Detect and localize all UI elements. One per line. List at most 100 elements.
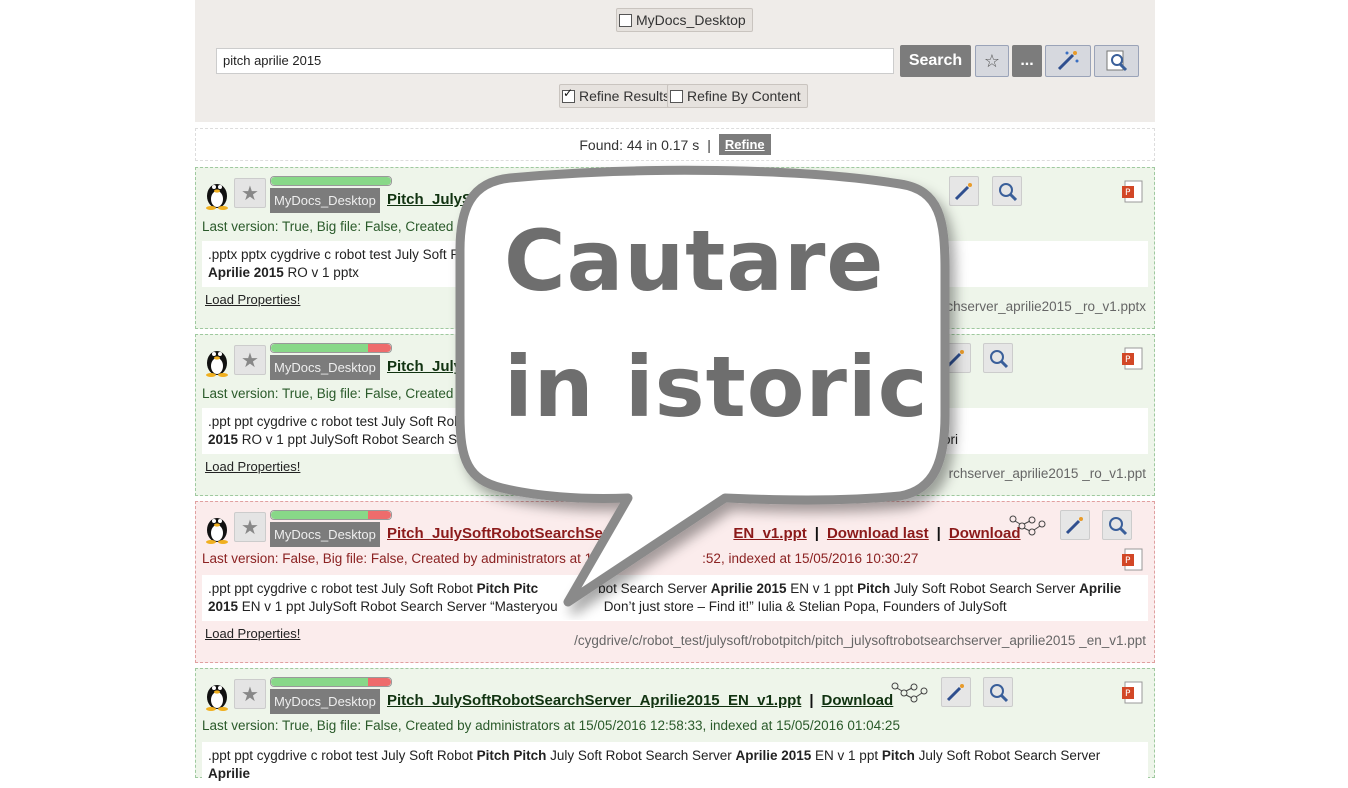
separator: | <box>809 692 814 709</box>
preview-button[interactable] <box>1094 45 1139 77</box>
wand-button[interactable] <box>941 343 971 373</box>
wand-button[interactable] <box>949 176 979 206</box>
snippet-highlight: Pitch Pitch <box>476 748 547 763</box>
checkbox-icon[interactable] <box>619 13 632 27</box>
magic-wand-icon <box>946 350 964 368</box>
snippet-highlight: 2015 <box>208 599 239 614</box>
wand-button[interactable] <box>941 677 971 707</box>
result-card: ★ MyDocs_Desktop Pitch_JulySoftRobotSear… <box>195 501 1155 663</box>
favorite-star-button[interactable]: ★ <box>234 679 266 709</box>
favorites-button[interactable]: ☆ <box>975 45 1009 77</box>
result-card: ★ MyDocs_Desktop Pitch_JulySoftRobotSear… <box>195 668 1155 788</box>
preview-button[interactable] <box>992 176 1022 206</box>
magnifier-icon <box>990 350 1009 369</box>
snippet-text: EN v 1 ppt JulySoft Robot Search Server … <box>238 599 558 614</box>
refine-by-content-label: Refine By Content <box>687 88 801 104</box>
more-button[interactable]: ... <box>1012 45 1042 77</box>
preview-button[interactable] <box>983 343 1013 373</box>
result-title-link[interactable]: Pitch_JulySof <box>387 191 486 208</box>
search-input[interactable]: pitch aprilie 2015 <box>216 48 894 74</box>
source-tag: MyDocs_Desktop <box>270 188 380 213</box>
wand-button[interactable] <box>1060 510 1090 540</box>
powerpoint-file-icon: P <box>1122 681 1143 704</box>
load-properties-link[interactable]: Load Properties! <box>205 459 300 474</box>
snippet-text: .ppt ppt cygdrive c robot test July Soft… <box>208 414 462 429</box>
separator: | <box>814 525 819 542</box>
result-snippet: .ppt ppt cygdrive c robot test July Soft… <box>202 408 1148 454</box>
snippet-highlight: Pitch Pitc <box>476 581 539 596</box>
result-title-text[interactable]: Pitch_JulySoftRobotSearchServe <box>387 525 625 542</box>
file-path: rchserver_aprilie2015 _ro_v1.ppt <box>948 466 1146 481</box>
snippet-text: July Soft Robot Search Server <box>546 748 736 763</box>
magnifier-icon <box>990 684 1009 703</box>
star-icon: ★ <box>241 683 259 706</box>
result-title-text[interactable]: Pitch_JulySoftRobotSearchServer_Aprilie2… <box>387 692 801 709</box>
powerpoint-file-icon: P <box>1122 180 1143 203</box>
refine-button[interactable]: Refine <box>718 134 771 155</box>
checkbox-icon[interactable] <box>670 89 683 103</box>
version-bar-green <box>271 177 391 185</box>
result-snippet: .pptx pptx cygdrive c robot test July So… <box>202 241 1148 287</box>
version-bar-green <box>271 678 368 686</box>
snippet-highlight: Pitch <box>857 581 891 596</box>
magnifier-icon <box>999 183 1018 202</box>
snippet-text: July Soft Robot Search Server <box>914 748 1101 763</box>
source-checkbox-label: MyDocs_Desktop <box>636 12 746 28</box>
snippet-text: .ppt ppt cygdrive c robot test July Soft… <box>208 748 477 763</box>
file-path: chserver_aprilie2015 _ro_v1.pptx <box>946 299 1146 314</box>
preview-button[interactable] <box>983 677 1013 707</box>
favorite-star-button[interactable]: ★ <box>234 345 266 375</box>
version-history-graph-icon[interactable] <box>890 681 930 707</box>
snippet-text: EN v 1 ppt <box>811 748 882 763</box>
version-bar <box>270 343 392 353</box>
refine-results-checkbox[interactable]: Refine Results <box>559 84 678 108</box>
svg-text:P: P <box>1125 556 1131 566</box>
version-bar <box>270 176 392 186</box>
favorite-star-button[interactable]: ★ <box>234 178 266 208</box>
download-link[interactable]: Download <box>822 692 894 709</box>
svg-text:P: P <box>1125 355 1131 365</box>
version-bar-red <box>368 344 391 352</box>
snippet-text: y Soft Robot Search Server <box>755 247 920 262</box>
powerpoint-file-icon: P <box>1122 347 1143 370</box>
snippet-highlight: Aprilie <box>890 414 933 429</box>
snippet-highlight: 2015 <box>208 432 239 447</box>
result-title-link[interactable]: Pitch_JulySoftRobotSearchServer_Aprilie2… <box>387 692 893 709</box>
result-meta: Last version: False, Big file: False, Cr… <box>202 551 918 566</box>
meta-text: :52, indexed at 15/05/2016 10:30:27 <box>702 551 919 566</box>
result-title-link[interactable]: Pitch_July <box>387 358 462 375</box>
snippet-text: bot Search Server <box>598 581 711 596</box>
result-title-text[interactable]: EN_v1.ppt <box>733 525 806 542</box>
star-icon: ★ <box>241 182 259 205</box>
download-last-link[interactable]: Download last <box>827 525 929 542</box>
checkbox-checked-icon[interactable] <box>562 86 575 103</box>
source-checkbox-mydocs[interactable]: MyDocs_Desktop <box>616 8 753 32</box>
file-path: /cygdrive/c/robot_test/julysoft/robotpit… <box>574 633 1146 648</box>
load-properties-link[interactable]: Load Properties! <box>205 292 300 307</box>
load-properties-link[interactable]: Load Properties! <box>205 626 300 641</box>
snippet-text: .ppt ppt cygdrive c robot test July Soft… <box>208 581 477 596</box>
snippet-text: Don’t just store – Find it!” Iulia & Ste… <box>603 599 1007 614</box>
refine-results-label: Refine Results <box>579 88 671 104</box>
snippet-highlight: Aprilie <box>1079 581 1122 596</box>
separator: | <box>707 136 711 153</box>
powerpoint-file-icon: P <box>1122 548 1143 571</box>
snippet-highlight: Aprilie 2015 <box>735 748 812 763</box>
result-title-link[interactable]: Pitch_JulySoftRobotSearchServe EN_v1.ppt |… <box>387 525 1021 542</box>
preview-button[interactable] <box>1102 510 1132 540</box>
snippet-text: RO v 1 pptx <box>283 265 359 280</box>
version-history-graph-icon[interactable] <box>1008 514 1048 540</box>
refine-by-content-checkbox[interactable]: Refine By Content <box>667 84 808 108</box>
snippet-highlight: Aprilie 2015 <box>710 581 787 596</box>
snippet-highlight: Aprilie <box>208 766 251 781</box>
result-card: ★ MyDocs_Desktop Pitch_July P Last versi… <box>195 334 1155 496</box>
snippet-highlight: Aprilie 2015 <box>208 265 284 280</box>
snippet-text: EN v 1 ppt <box>786 581 858 596</box>
source-tag: MyDocs_Desktop <box>270 522 380 547</box>
favorite-star-button[interactable]: ★ <box>234 512 266 542</box>
magnifier-icon <box>1106 50 1127 72</box>
search-button[interactable]: Search <box>900 45 971 77</box>
magnifier-icon <box>1109 517 1128 536</box>
linux-tux-icon <box>206 685 228 711</box>
wand-button[interactable] <box>1045 45 1091 77</box>
